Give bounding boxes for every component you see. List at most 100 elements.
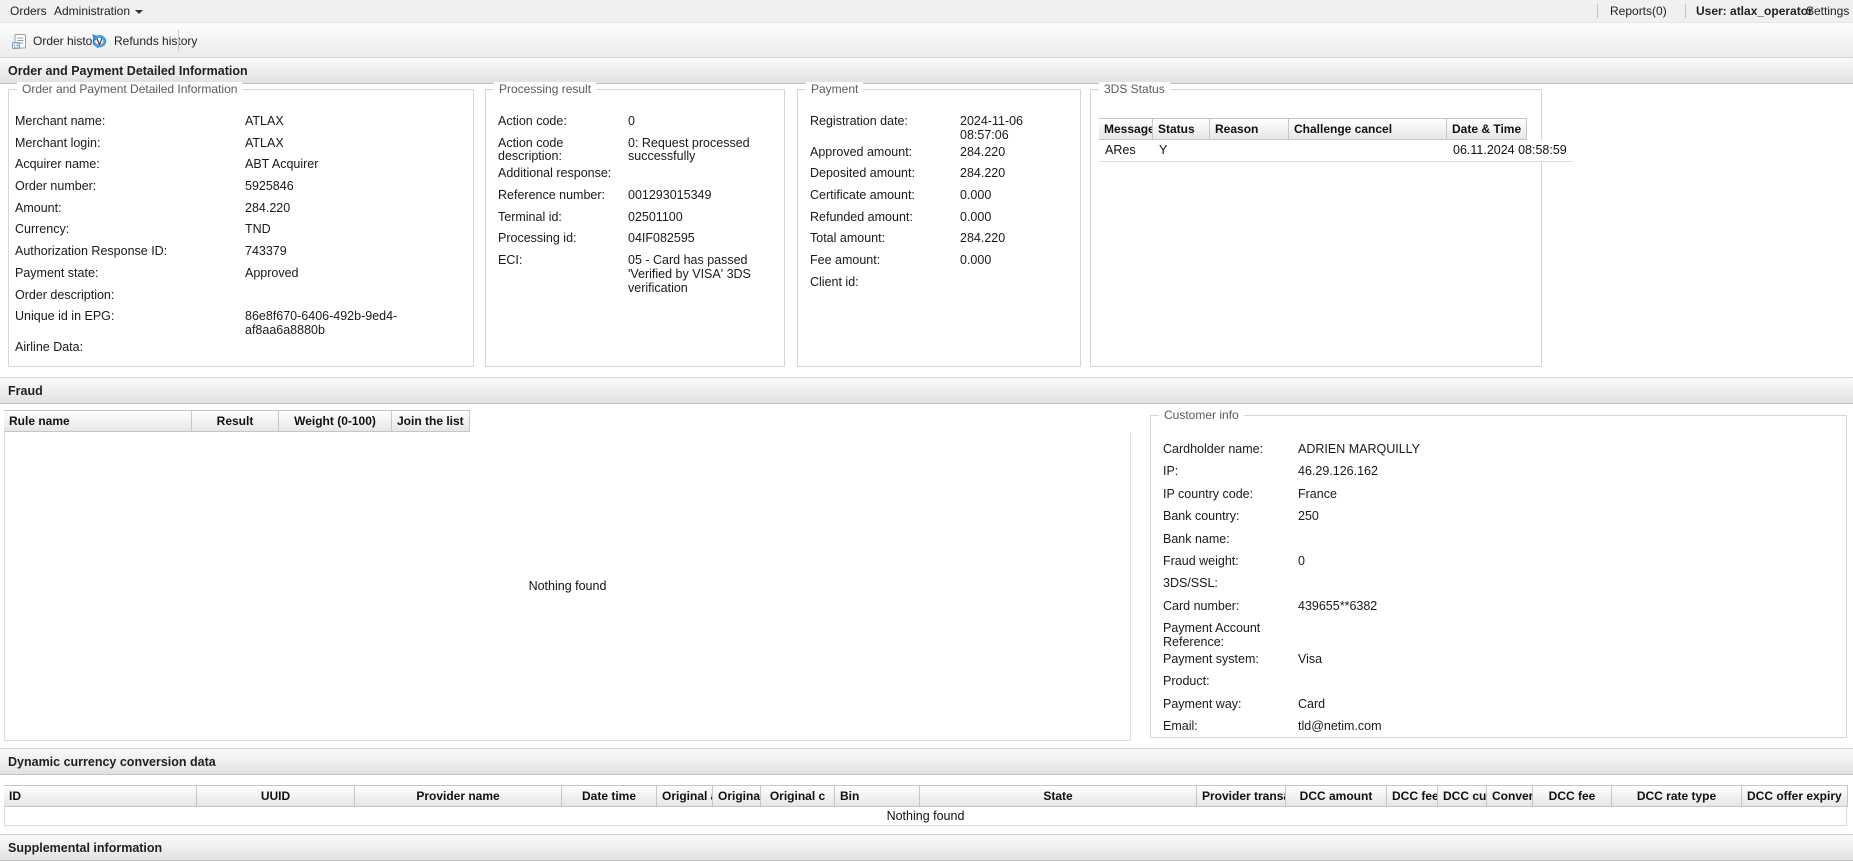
field-value: 02501100 xyxy=(628,209,683,224)
fraud-table-empty-state: Nothing found xyxy=(4,432,1131,741)
field-value: France xyxy=(1298,486,1337,501)
field-label: Payment Account Reference: xyxy=(1163,621,1261,649)
field-label: Product: xyxy=(1163,674,1210,689)
field-value: 0.000 xyxy=(960,187,992,202)
column-header[interactable]: Challenge cancel xyxy=(1289,118,1447,140)
column-header[interactable]: DCC fee amount xyxy=(1387,785,1438,807)
order-details-page: Orders Administration Reports(0) User: a… xyxy=(0,0,1853,862)
field-row: Fraud weight: 0 xyxy=(1163,552,1836,574)
customer-info-panel: Customer info Cardholder name: ADRIEN MA… xyxy=(1150,408,1847,738)
dcc-section-title: Dynamic currency conversion data xyxy=(8,754,216,769)
field-row: Refunded amount: 0.000 xyxy=(810,208,1070,230)
field-label: Amount: xyxy=(15,200,62,215)
field-label: Bank country: xyxy=(1163,509,1240,524)
column-header[interactable]: Provider transaction id xyxy=(1197,785,1286,807)
field-label: Registration date: xyxy=(810,114,908,128)
field-row: Currency: TND xyxy=(15,220,467,242)
threeds-status-table: Message typeStatusReasonChallenge cancel… xyxy=(1099,118,1573,162)
field-label: Payment way: xyxy=(1163,696,1242,711)
field-row: Email: tld@netim.com xyxy=(1163,717,1836,733)
field-label: Total amount: xyxy=(810,231,886,246)
field-label: Airline Data: xyxy=(15,339,84,354)
column-header[interactable]: Rule name xyxy=(4,410,192,432)
field-label: Card number: xyxy=(1163,598,1240,613)
field-row: Order description: xyxy=(15,286,467,308)
field-value: 284.220 xyxy=(245,200,291,215)
refunds-history-button[interactable]: Refunds history xyxy=(86,28,202,54)
field-value: 2024-11-06 08:57:06 xyxy=(960,114,1024,142)
menu-separator xyxy=(1597,4,1598,18)
user-label[interactable]: User: atlax_operator xyxy=(1692,0,1817,22)
column-header[interactable]: Provider name xyxy=(355,785,562,807)
reports-menu-item[interactable]: Reports(0) xyxy=(1606,0,1671,22)
fraud-rules-table: Rule name Result Weight (0-100) Join the li… xyxy=(4,410,470,432)
fraud-section-bar: Fraud xyxy=(0,377,1853,404)
processing-result-panel-legend: Processing result xyxy=(494,82,597,96)
column-header[interactable]: Bin xyxy=(835,785,920,807)
field-label: IP country code: xyxy=(1163,486,1254,501)
field-row: Product: xyxy=(1163,672,1836,694)
field-label: Acquirer name: xyxy=(15,157,100,172)
column-header[interactable]: Reason xyxy=(1210,118,1289,140)
column-header[interactable]: UUID xyxy=(197,785,355,807)
column-header[interactable]: Original c xyxy=(761,785,835,807)
field-value: 001293015349 xyxy=(628,187,712,202)
column-header[interactable]: Original amount xyxy=(657,785,713,807)
toolbar-separator xyxy=(178,30,179,51)
field-row: Additional response: xyxy=(498,164,774,186)
column-header[interactable]: State xyxy=(920,785,1197,807)
svg-text:LE: LE xyxy=(14,43,21,49)
field-row: Certificate amount: 0.000 xyxy=(810,186,1070,208)
field-label: Merchant login: xyxy=(15,135,101,150)
threeds-status-panel-legend: 3DS Status xyxy=(1099,82,1170,96)
column-header[interactable]: DCC curr xyxy=(1438,785,1487,807)
field-value: 284.220 xyxy=(960,144,1006,159)
field-label: Order number: xyxy=(15,179,97,194)
fraud-table-header: Rule name Result Weight (0-100) Join the li… xyxy=(4,410,470,432)
column-header[interactable]: ID xyxy=(4,785,197,807)
column-header[interactable]: Date time xyxy=(562,785,657,807)
order-details-panel: Order and Payment Detailed Information M… xyxy=(8,82,474,367)
field-row: Fee amount: 0.000 xyxy=(810,251,1070,273)
field-row: Acquirer name: ABT Acquirer xyxy=(15,155,467,177)
field-label: Additional response: xyxy=(498,166,612,181)
field-value: 0.000 xyxy=(960,253,992,268)
field-row: Terminal id: 02501100 xyxy=(498,208,774,230)
customer-info-panel-legend: Customer info xyxy=(1159,408,1244,422)
field-label: Fraud weight: xyxy=(1163,553,1239,568)
processing-result-panel: Processing result Action code: 0 Action … xyxy=(485,82,785,367)
field-row: 3DS/SSL: xyxy=(1163,574,1836,596)
supplemental-section-bar: Supplemental information xyxy=(0,834,1853,861)
field-label: Terminal id: xyxy=(498,209,562,224)
settings-menu-item[interactable]: Settings xyxy=(1802,0,1853,22)
field-row: IP: 46.29.126.162 xyxy=(1163,462,1836,484)
column-header[interactable]: Join the list xyxy=(392,410,470,432)
page-title: Order and Payment Detailed Information xyxy=(8,63,248,78)
field-value: 0: Request processed successfully xyxy=(628,135,750,164)
field-row: Bank country: 250 xyxy=(1163,507,1836,529)
column-header[interactable]: Weight (0-100) xyxy=(279,410,392,432)
field-row: Bank name: xyxy=(1163,530,1836,552)
column-header[interactable]: Result xyxy=(192,410,279,432)
column-header[interactable]: DCC fee xyxy=(1533,785,1612,807)
column-header[interactable]: Original f xyxy=(713,785,761,807)
column-header[interactable]: DCC rate type xyxy=(1612,785,1742,807)
field-label: Certificate amount: xyxy=(810,187,915,202)
field-value: 0 xyxy=(1298,553,1305,568)
field-label: Refunded amount: xyxy=(810,209,913,224)
table-row[interactable]: ARes Y 06.11.2024 08:58:59 xyxy=(1099,140,1573,162)
column-header[interactable]: DCC amount xyxy=(1286,785,1387,807)
column-header[interactable]: Conversi xyxy=(1487,785,1533,807)
field-row: IP country code: France xyxy=(1163,485,1836,507)
column-header[interactable]: Date & Time xyxy=(1447,118,1528,140)
menu-item-administration[interactable]: Administration xyxy=(50,0,147,22)
column-header[interactable]: Message type xyxy=(1099,118,1153,140)
refunds-history-label: Refunds history xyxy=(114,34,198,48)
column-header[interactable]: Status xyxy=(1153,118,1210,140)
column-header[interactable]: DCC offer expiry xyxy=(1742,785,1848,807)
order-details-rows: Merchant name: ATLAX Merchant login: ATL… xyxy=(9,104,473,362)
payment-panel: Payment Registration date: 2024-11-06 08… xyxy=(797,82,1081,367)
field-label: Payment state: xyxy=(15,265,99,280)
field-value: 743379 xyxy=(245,244,287,259)
menu-item-orders[interactable]: Orders xyxy=(6,0,51,22)
